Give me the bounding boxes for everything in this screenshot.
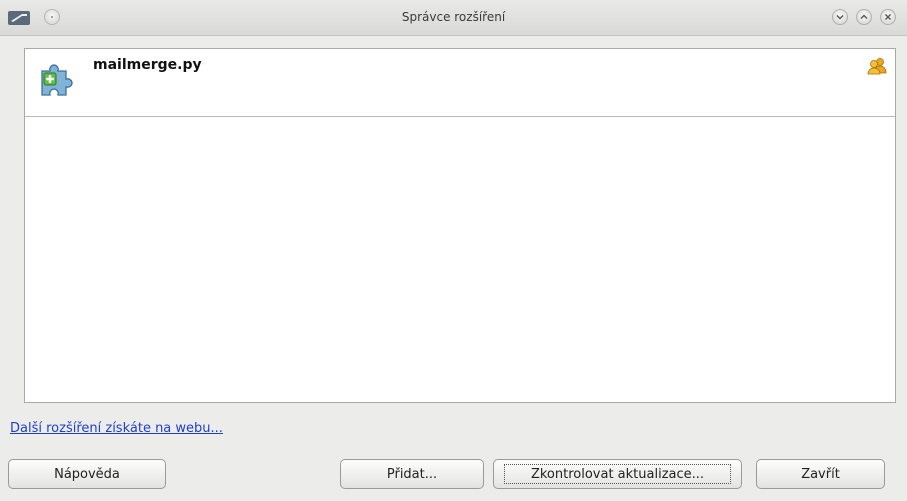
close-icon[interactable] [880, 9, 896, 25]
help-button[interactable]: Nápověda [8, 459, 166, 489]
extension-name: mailmerge.py [93, 57, 202, 73]
extension-item[interactable]: mailmerge.py [25, 49, 895, 117]
close-button[interactable]: Zavřít [756, 459, 885, 489]
extension-list[interactable]: mailmerge.py [24, 48, 896, 403]
title-bar[interactable]: Správce rozšíření [0, 0, 907, 36]
check-updates-button[interactable]: Zkontrolovat aktualizace... [493, 459, 742, 489]
get-more-extensions-link[interactable]: Další rozšíření získáte na webu... [10, 421, 223, 436]
window-title: Správce rozšíření [401, 10, 506, 24]
maximize-icon[interactable] [856, 9, 872, 25]
shared-users-icon [867, 57, 887, 75]
minimize-icon[interactable] [832, 9, 848, 25]
check-updates-label: Zkontrolovat aktualizace... [530, 467, 705, 482]
add-button[interactable]: Přidat... [340, 459, 484, 489]
extension-puzzle-icon [39, 63, 73, 97]
